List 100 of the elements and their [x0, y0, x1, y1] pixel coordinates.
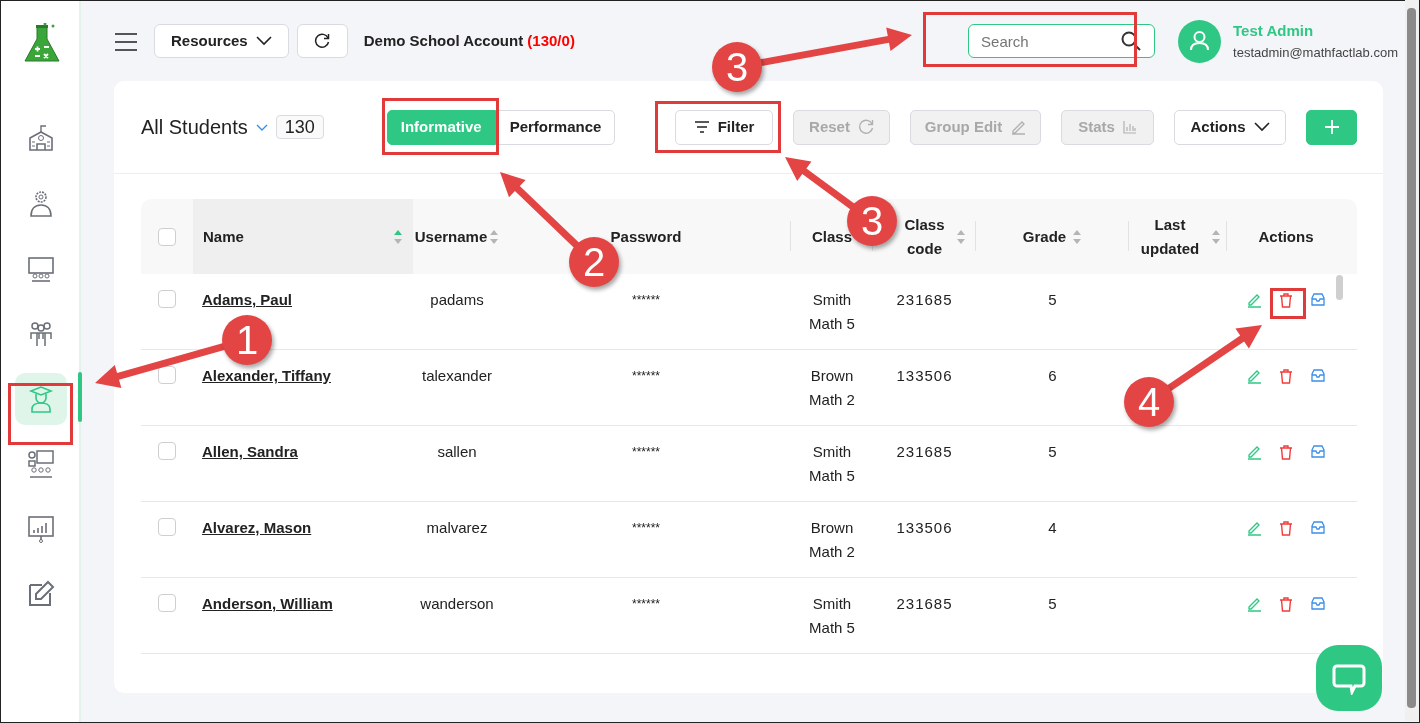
table-cell: sallen	[437, 443, 477, 460]
menu-icon	[114, 31, 138, 52]
table-cell: ******	[632, 293, 660, 307]
student-name-link[interactable]: Alexander, Tiffany	[202, 367, 331, 384]
column-header: Grade	[1022, 226, 1067, 247]
table-cell: malvarez	[426, 519, 488, 536]
column-header: Username	[414, 226, 488, 247]
inbox-icon	[1310, 444, 1326, 461]
filter-button[interactable]: Filter	[675, 109, 773, 145]
chevron-down-icon	[255, 123, 268, 132]
avatar-icon	[1178, 19, 1222, 63]
column-header: Actions	[1258, 226, 1314, 247]
table-cell-text: Smith Math 5	[808, 594, 856, 638]
scrollbar-thumb[interactable]	[1407, 8, 1416, 708]
table-cell: ******	[632, 369, 660, 383]
trash-icon	[1278, 292, 1294, 309]
refresh-button[interactable]	[296, 24, 348, 58]
resources-button[interactable]: Resources	[154, 24, 289, 58]
row-checkbox[interactable]	[158, 518, 176, 536]
delete-button[interactable]	[1278, 292, 1294, 310]
callout-badge: 3	[712, 42, 762, 92]
highlight-box	[1270, 288, 1306, 319]
sort-icon[interactable]	[1211, 228, 1221, 245]
table-cell: 5	[1048, 443, 1057, 460]
bar-chart-icon	[1122, 120, 1137, 134]
trash-icon	[1278, 368, 1294, 385]
column-header: Name	[203, 226, 244, 247]
search-icon	[1121, 31, 1142, 51]
teacher-board-icon	[26, 449, 56, 479]
chevron-down-icon	[255, 36, 272, 46]
table-cell: ******	[632, 597, 660, 611]
highlight-box	[8, 383, 73, 445]
account-name: Demo School Account (130/0)	[363, 30, 575, 51]
edit-button[interactable]	[1246, 368, 1262, 386]
sort-icon[interactable]	[489, 228, 500, 245]
column-header: Class code	[903, 214, 946, 259]
sidebar-item[interactable]	[15, 373, 67, 425]
row-checkbox[interactable]	[158, 594, 176, 612]
edit-button[interactable]	[1246, 596, 1262, 614]
pencil-icon	[1010, 119, 1027, 135]
delete-button[interactable]	[1278, 444, 1294, 462]
user-name: Test Admin	[1233, 21, 1315, 41]
refresh-icon	[314, 33, 331, 49]
pencil-icon	[1246, 292, 1262, 309]
select-all-checkbox[interactable]	[158, 227, 176, 246]
edit-button[interactable]	[1246, 444, 1262, 462]
delete-button[interactable]	[1278, 368, 1294, 386]
edit-button[interactable]	[1246, 520, 1262, 538]
edit-icon	[26, 579, 56, 609]
actions-button[interactable]: Actions	[1174, 109, 1286, 145]
table-cell: 231685	[896, 443, 953, 460]
search-field[interactable]: Search	[968, 24, 1156, 58]
chat-button[interactable]	[1316, 645, 1382, 711]
pencil-icon	[1246, 596, 1262, 613]
inbox-icon	[1310, 596, 1326, 613]
table-cell-text: Brown Math 2	[808, 366, 856, 410]
inbox-icon	[1310, 520, 1326, 537]
student-name-link[interactable]: Adams, Paul	[202, 291, 293, 308]
trash-icon	[1278, 520, 1294, 537]
table-cell: 6	[1048, 367, 1057, 384]
student-name-link[interactable]: Allen, Sandra	[202, 443, 298, 460]
count-badge: 130	[275, 115, 324, 139]
logo-icon	[23, 23, 61, 65]
student-name-link[interactable]: Alvarez, Mason	[202, 519, 312, 536]
table-cell: ******	[632, 521, 660, 535]
sort-icon[interactable]	[1072, 228, 1083, 245]
row-checkbox[interactable]	[158, 366, 176, 384]
row-checkbox[interactable]	[158, 290, 176, 308]
chevron-down-icon	[1253, 122, 1270, 132]
delete-button[interactable]	[1278, 596, 1294, 614]
student-name-link[interactable]: Anderson, William	[202, 595, 333, 612]
table-cell: wanderson	[420, 595, 494, 612]
user-email: testadmin@mathfactlab.com	[1233, 43, 1398, 62]
table-cell: talexander	[421, 367, 493, 384]
pencil-icon	[1246, 444, 1262, 461]
add-button[interactable]	[1306, 109, 1357, 145]
table-cell: 5	[1048, 595, 1057, 612]
school-icon	[26, 124, 56, 154]
sort-icon[interactable]	[393, 228, 403, 245]
table-cell: 133506	[896, 519, 953, 536]
table-cell-text: Brown Math 2	[808, 518, 856, 562]
sort-icon[interactable]	[955, 228, 966, 245]
refresh-icon	[857, 119, 874, 135]
table-cell: 5	[1048, 291, 1057, 308]
trash-icon	[1278, 596, 1294, 613]
table-cell: 4	[1048, 519, 1057, 536]
classroom-icon	[26, 254, 56, 284]
table-cell: 133506	[896, 367, 953, 384]
table-cell: ******	[632, 445, 660, 459]
inbox-icon	[1310, 292, 1326, 309]
table-cell-text: Smith Math 5	[808, 290, 856, 334]
scrollbar-thumb[interactable]	[1336, 275, 1343, 300]
edit-button[interactable]	[1246, 292, 1262, 310]
trash-icon	[1278, 444, 1294, 461]
pencil-icon	[1246, 368, 1262, 385]
plus-icon	[1323, 119, 1340, 135]
chart-board-icon	[26, 514, 56, 544]
table-cell: padams	[430, 291, 484, 308]
row-checkbox[interactable]	[158, 442, 176, 460]
delete-button[interactable]	[1278, 520, 1294, 538]
